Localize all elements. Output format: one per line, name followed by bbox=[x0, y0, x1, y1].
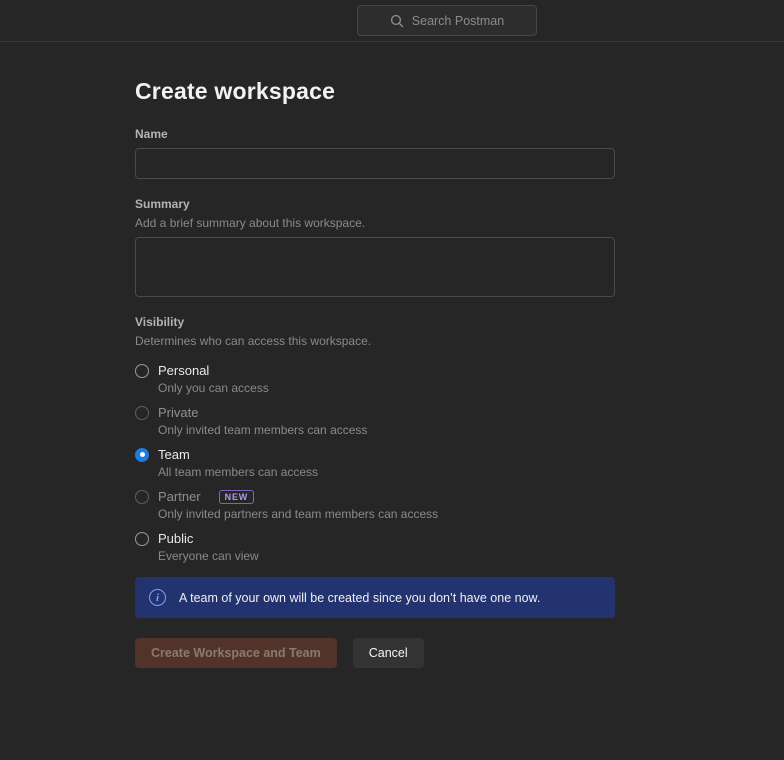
search-input[interactable]: Search Postman bbox=[357, 5, 537, 36]
visibility-option-partner: Partner NEW Only invited partners and te… bbox=[135, 489, 615, 522]
name-label: Name bbox=[135, 127, 615, 141]
visibility-radio-group: Personal Only you can access Private Onl… bbox=[135, 363, 615, 564]
radio-circle-selected-icon[interactable] bbox=[135, 448, 149, 462]
summary-label: Summary bbox=[135, 197, 615, 211]
option-description: Only you can access bbox=[158, 381, 615, 396]
option-label: Partner bbox=[158, 489, 201, 504]
create-workspace-form: Create workspace Name Summary Add a brie… bbox=[0, 78, 615, 668]
form-actions: Create Workspace and Team Cancel bbox=[135, 638, 615, 668]
page-title: Create workspace bbox=[135, 78, 615, 105]
radio-circle-icon[interactable] bbox=[135, 364, 149, 378]
option-label: Private bbox=[158, 405, 198, 420]
summary-help: Add a brief summary about this workspace… bbox=[135, 216, 615, 230]
option-description: All team members can access bbox=[158, 465, 615, 480]
radio-circle-icon[interactable] bbox=[135, 406, 149, 420]
option-label: Public bbox=[158, 531, 193, 546]
option-label: Personal bbox=[158, 363, 209, 378]
search-placeholder: Search Postman bbox=[412, 14, 504, 28]
cancel-button[interactable]: Cancel bbox=[353, 638, 424, 668]
radio-public[interactable]: Public bbox=[135, 531, 615, 546]
radio-personal[interactable]: Personal bbox=[135, 363, 615, 378]
new-badge: NEW bbox=[219, 490, 254, 504]
radio-circle-icon[interactable] bbox=[135, 490, 149, 504]
info-banner: i A team of your own will be created sin… bbox=[135, 577, 615, 618]
radio-team[interactable]: Team bbox=[135, 447, 615, 462]
info-banner-text: A team of your own will be created since… bbox=[179, 591, 540, 605]
option-description: Only invited partners and team members c… bbox=[158, 507, 615, 522]
search-icon bbox=[390, 14, 404, 28]
option-description: Everyone can view bbox=[158, 549, 615, 564]
visibility-option-team: Team All team members can access bbox=[135, 447, 615, 480]
name-field[interactable] bbox=[135, 148, 615, 179]
create-workspace-and-team-button[interactable]: Create Workspace and Team bbox=[135, 638, 337, 668]
top-bar: Search Postman bbox=[0, 0, 784, 42]
visibility-option-personal: Personal Only you can access bbox=[135, 363, 615, 396]
visibility-label: Visibility bbox=[135, 315, 615, 329]
summary-field[interactable] bbox=[135, 237, 615, 297]
radio-circle-icon[interactable] bbox=[135, 532, 149, 546]
option-label: Team bbox=[158, 447, 190, 462]
radio-private[interactable]: Private bbox=[135, 405, 615, 420]
visibility-help: Determines who can access this workspace… bbox=[135, 334, 615, 348]
radio-partner[interactable]: Partner NEW bbox=[135, 489, 615, 504]
visibility-option-private: Private Only invited team members can ac… bbox=[135, 405, 615, 438]
info-icon: i bbox=[149, 589, 166, 606]
visibility-option-public: Public Everyone can view bbox=[135, 531, 615, 564]
option-description: Only invited team members can access bbox=[158, 423, 615, 438]
